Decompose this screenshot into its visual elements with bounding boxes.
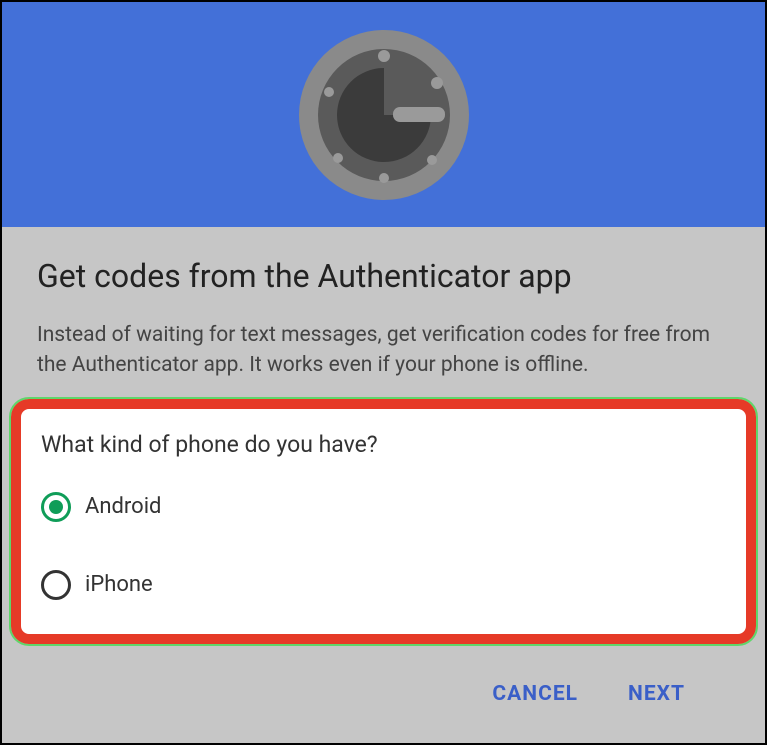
radio-option-iphone[interactable]: iPhone — [41, 570, 726, 600]
phone-question: What kind of phone do you have? — [41, 431, 726, 458]
dialog-header — [2, 2, 765, 227]
dialog-description: Instead of waiting for text messages, ge… — [37, 320, 730, 381]
cancel-button[interactable]: CANCEL — [492, 682, 578, 706]
radio-label: iPhone — [85, 572, 153, 597]
next-button[interactable]: NEXT — [628, 682, 685, 706]
radio-button-selected-icon — [41, 492, 71, 522]
radio-label: Android — [85, 494, 161, 519]
radio-button-unselected-icon — [41, 570, 71, 600]
authenticator-vault-icon — [299, 30, 469, 200]
dialog-title: Get codes from the Authenticator app — [37, 257, 730, 295]
radio-option-android[interactable]: Android — [41, 492, 726, 522]
dialog-container: Get codes from the Authenticator app Ins… — [0, 0, 767, 745]
phone-selection-box: What kind of phone do you have? Android … — [11, 399, 756, 644]
dialog-content: Get codes from the Authenticator app Ins… — [2, 227, 765, 743]
dialog-footer: CANCEL NEXT — [37, 644, 730, 736]
